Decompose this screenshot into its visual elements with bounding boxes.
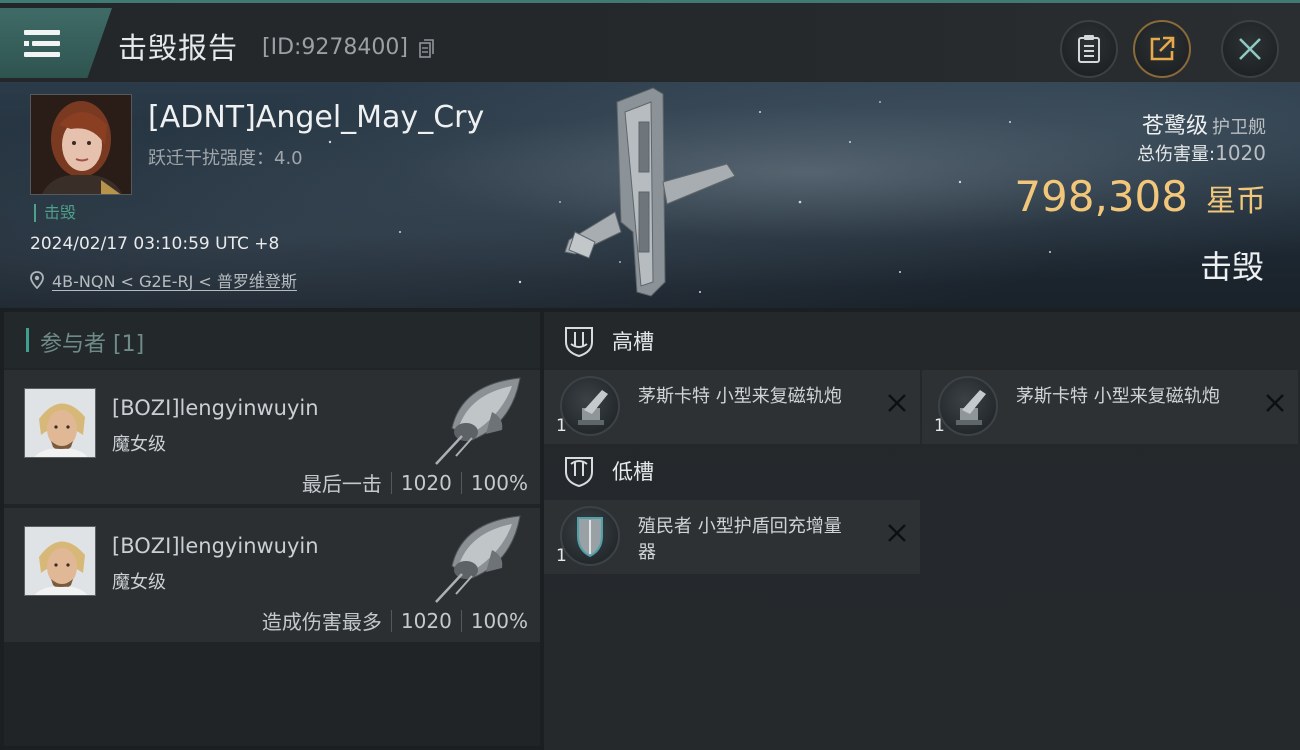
high-slot-header: 高槽 — [562, 324, 654, 358]
total-damage: 总伤害量:1020 — [1137, 140, 1266, 166]
attacker-name[interactable]: [BOZI]lengyinwuyin — [112, 534, 319, 558]
attacker-ship-image — [435, 515, 521, 603]
high-slot-title: 高槽 — [612, 330, 654, 354]
low-slot-header: 低槽 — [562, 454, 654, 488]
isk-unit: 星币 — [1206, 184, 1266, 219]
kill-datetime: 2024/02/17 03:10:59 UTC +8 — [30, 234, 280, 254]
attacker-ship-image — [435, 377, 521, 465]
ship-class-name: 苍鹭级 — [1141, 114, 1208, 139]
attacker-row[interactable]: [BOZI]lengyinwuyin 魔女级 最后一击 1020 100% — [4, 370, 540, 504]
location-pin-icon — [30, 271, 44, 289]
top-bar: 击毁报告 [ID:9278400] — [0, 0, 1300, 82]
location-link[interactable]: 4B-NQN < G2E-RJ < 普罗维登斯 — [52, 268, 297, 292]
attacker-ship: 魔女级 — [112, 434, 166, 455]
shield-module-icon — [560, 506, 620, 566]
module-name: 茅斯卡特 小型来复磁轨炮 — [1016, 386, 1220, 407]
total-damage-value: 1020 — [1215, 141, 1266, 165]
attacker-stats: 造成伤害最多 1020 100% — [262, 606, 528, 635]
module-name: 茅斯卡特 小型来复磁轨炮 — [638, 386, 842, 407]
kill-location[interactable]: 4B-NQN < G2E-RJ < 普罗维登斯 — [30, 268, 297, 292]
kill-tag: 击毁 — [34, 204, 76, 222]
victim-ship-image — [564, 87, 736, 297]
attacker-percent: 100% — [470, 470, 528, 495]
module-quantity: 1 — [556, 416, 567, 436]
share-icon — [1150, 36, 1175, 61]
destroyed-x-icon — [888, 524, 906, 542]
attacker-damage: 1020 — [400, 470, 452, 495]
victim-banner: [ADNT]Angel_May_Cry 跃迁干扰强度：4.0 击毁 2024/0… — [0, 82, 1300, 308]
attacker-role: 最后一击 — [301, 472, 382, 496]
participants-title: 参与者 [1] — [40, 332, 145, 357]
attacker-damage: 1020 — [400, 608, 452, 633]
railgun-icon — [938, 376, 998, 436]
attacker-row[interactable]: [BOZI]lengyinwuyin 魔女级 造成伤害最多 1020 100% — [4, 508, 540, 642]
destroyed-x-icon — [1266, 394, 1284, 412]
attacker-name[interactable]: [BOZI]lengyinwuyin — [112, 396, 319, 420]
low-slot-title: 低槽 — [612, 460, 654, 484]
low-slot-icon — [565, 457, 593, 488]
avatar — [25, 527, 95, 595]
avatar — [31, 95, 131, 194]
attacker-percent: 100% — [470, 608, 528, 633]
total-damage-label: 总伤害量: — [1137, 144, 1216, 165]
module-quantity: 1 — [934, 416, 945, 436]
victim-ship-class: 苍鹭级 护卫舰 — [1142, 108, 1266, 140]
module-item[interactable]: 1 茅斯卡特 小型来复磁轨炮 — [922, 370, 1298, 444]
avatar — [25, 389, 95, 457]
clipboard-button[interactable] — [1060, 20, 1118, 78]
module-quantity: 1 — [556, 546, 567, 566]
victim-pilot-name[interactable]: [ADNT]Angel_May_Cry — [148, 100, 484, 135]
ship-type: 护卫舰 — [1212, 117, 1266, 138]
destroyed-x-icon — [888, 394, 906, 412]
isk-value: 798,308 星币 — [1014, 172, 1266, 221]
menu-icon — [24, 30, 60, 58]
menu-button[interactable] — [0, 8, 112, 78]
attacker-stats: 最后一击 1020 100% — [302, 468, 528, 497]
fitting-panel: 高槽 1 茅斯卡特 小型来复磁轨炮 1 茅斯卡特 小型来复磁轨炮 低槽 1 殖民… — [544, 312, 1300, 750]
close-icon — [1239, 38, 1261, 60]
report-id: [ID:9278400] — [262, 35, 408, 60]
attacker-ship: 魔女级 — [112, 572, 166, 593]
share-button[interactable] — [1133, 20, 1191, 78]
attacker-role: 造成伤害最多 — [261, 610, 382, 634]
module-name: 殖民者 小型护盾回充增量器 — [638, 516, 842, 563]
copy-icon[interactable] — [419, 39, 435, 59]
page-title: 击毁报告 — [118, 31, 239, 65]
victim-portrait[interactable] — [30, 94, 132, 195]
warp-disruption-strength: 跃迁干扰强度：4.0 — [148, 148, 303, 169]
close-button[interactable] — [1221, 20, 1279, 78]
participants-panel: 参与者 [1] [BOZI]lengyinwuyin 魔女级 最后一击 1020… — [4, 312, 540, 746]
clipboard-icon — [1078, 35, 1100, 63]
attacker-portrait[interactable] — [24, 526, 96, 596]
kill-status: 击毁 — [1199, 248, 1264, 286]
attacker-portrait[interactable] — [24, 388, 96, 458]
high-slot-icon — [565, 327, 593, 358]
railgun-icon — [560, 376, 620, 436]
participants-header: 参与者 [1] — [4, 312, 540, 368]
isk-amount: 798,308 — [1014, 172, 1188, 221]
module-item[interactable]: 1 茅斯卡特 小型来复磁轨炮 — [544, 370, 920, 444]
module-item[interactable]: 1 殖民者 小型护盾回充增量器 — [544, 500, 920, 574]
